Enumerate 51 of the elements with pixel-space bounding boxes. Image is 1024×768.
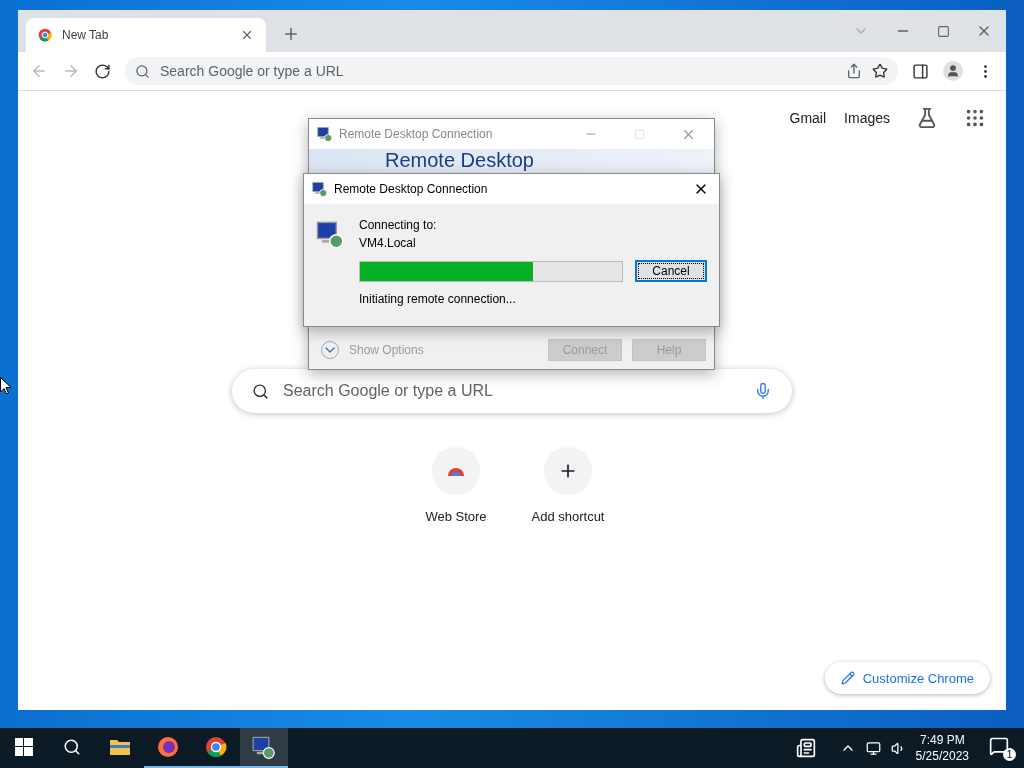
search-placeholder: Search Google or type a URL [283,382,494,400]
search-icon [135,63,150,79]
microphone-icon[interactable] [754,382,772,400]
tab-title: New Tab [62,28,110,42]
mouse-pointer-icon [0,377,12,395]
host-name: VM4.Local [359,236,417,250]
app-icon [317,126,333,142]
browser-tab[interactable]: New Tab [26,18,266,52]
apps-grid-icon[interactable] [964,107,986,129]
new-tab-icon[interactable] [282,25,300,43]
shortcut-label: Web Store [425,509,487,524]
shortcut-label: Add shortcut [531,509,605,524]
news-icon[interactable] [795,738,816,758]
search-field[interactable]: Search Google or type a URL [232,369,792,413]
dialog-title: Remote Desktop Connection [334,182,489,196]
network-icon[interactable] [865,740,881,756]
dialog-title: Remote Desktop Connection [339,127,494,141]
connecting-label: Connecting to: [359,218,438,232]
store-icon [447,466,465,476]
share-icon[interactable] [846,63,862,79]
remote-desktop-icon [252,735,276,759]
cancel-button[interactable]: Cancel [635,260,707,282]
app-icon [312,181,328,197]
profile-icon[interactable] [943,61,963,81]
side-panel-icon[interactable] [912,62,929,80]
reload-icon[interactable] [94,62,111,80]
firefox-icon[interactable] [157,736,179,758]
clock-date: 5/25/2023 [915,749,969,763]
close-icon[interactable] [240,28,254,42]
status-text: Initiating remote connection... [359,292,517,306]
windows-logo-icon [15,738,33,756]
flask-icon[interactable] [916,107,938,129]
banner-title: Remote Desktop [385,149,534,171]
folder-icon[interactable] [109,738,131,756]
star-icon[interactable] [872,63,888,79]
customize-button[interactable]: Customize Chrome [824,662,990,694]
search-icon [63,738,81,756]
maximize-icon[interactable] [937,24,950,38]
shortcut-tile[interactable] [432,447,480,495]
header-link[interactable]: Images [844,110,890,126]
pencil-icon [840,671,855,685]
clock-time: 7:49 PM [919,733,965,747]
notification-count: 1 [1003,747,1016,761]
shortcut-tile[interactable] [544,447,592,495]
clock[interactable]: 7:49 PM 5/25/2023 [915,733,969,763]
address-placeholder: Search Google or type a URL [160,63,345,79]
taskbar-app[interactable] [240,728,288,768]
header-link[interactable]: Gmail [789,110,827,126]
chrome-icon[interactable] [205,736,227,758]
search-icon [252,382,269,400]
address-bar[interactable]: Search Google or type a URL [125,57,898,85]
